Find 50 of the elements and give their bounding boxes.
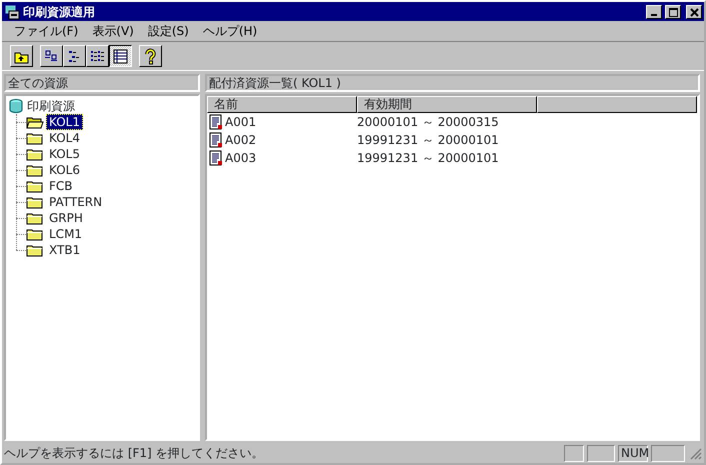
status-indicator: NUM	[618, 444, 648, 462]
column-header[interactable]: 有効期間	[357, 96, 537, 113]
document-icon	[209, 150, 223, 166]
resize-grip-icon	[688, 446, 702, 460]
tree-item[interactable]: FCB	[46, 178, 76, 194]
window-title: 印刷資源適用	[23, 4, 96, 20]
folder-icon	[26, 195, 44, 209]
tree-item[interactable]: KOL4	[46, 130, 83, 146]
folder-icon	[26, 147, 44, 161]
document-icon	[209, 132, 223, 148]
database-icon	[8, 98, 24, 114]
column-header[interactable]: 名前	[207, 96, 357, 113]
menu-item[interactable]: ファイル(F)	[8, 22, 84, 40]
file-name[interactable]: A001	[223, 113, 357, 131]
file-name[interactable]: A002	[223, 131, 357, 149]
folder-icon	[26, 131, 44, 145]
maximize-button[interactable]	[665, 4, 681, 18]
validity-period: 19991231 ～ 20000101	[357, 132, 499, 149]
status-message: ヘルプを表示するには [F1] を押してください。	[4, 445, 265, 462]
minimize-button[interactable]	[646, 4, 662, 18]
tree-item[interactable]: KOL5	[46, 146, 83, 162]
folder-icon	[26, 163, 44, 177]
tree-item[interactable]: 印刷資源	[24, 98, 78, 114]
pane-header: 全ての資源	[4, 74, 200, 92]
validity-period: 20000101 ～ 20000315	[357, 114, 499, 131]
details-icon	[112, 48, 129, 64]
minimize-icon	[651, 14, 657, 16]
tree-item[interactable]: PATTERN	[46, 194, 106, 210]
folder-icon	[26, 227, 44, 241]
tree-item[interactable]: KOL6	[46, 162, 83, 178]
tree-item[interactable]: KOL1	[46, 114, 83, 130]
pane-header: 配付済資源一覧( KOL1 )	[205, 74, 700, 92]
menu-item[interactable]: ヘルプ(H)	[196, 22, 264, 40]
menu-item[interactable]: 表示(V)	[86, 22, 140, 40]
file-name[interactable]: A003	[223, 149, 357, 167]
tree-item[interactable]: GRPH	[46, 210, 86, 226]
status-panel	[564, 444, 584, 462]
status-panel	[651, 444, 685, 462]
tree-item[interactable]: XTB1	[46, 242, 84, 258]
folder-icon	[26, 243, 44, 257]
open-folder-icon	[26, 115, 44, 129]
menu-item[interactable]: 設定(S)	[142, 22, 195, 40]
document-icon	[209, 114, 223, 130]
toolbar-button[interactable]	[109, 45, 132, 67]
validity-period: 19991231 ～ 20000101	[357, 150, 499, 167]
tree-item[interactable]: LCM1	[46, 226, 86, 242]
close-button[interactable]	[686, 4, 702, 18]
status-panel	[587, 444, 615, 462]
folder-icon	[26, 179, 44, 193]
folder-icon	[26, 211, 44, 225]
